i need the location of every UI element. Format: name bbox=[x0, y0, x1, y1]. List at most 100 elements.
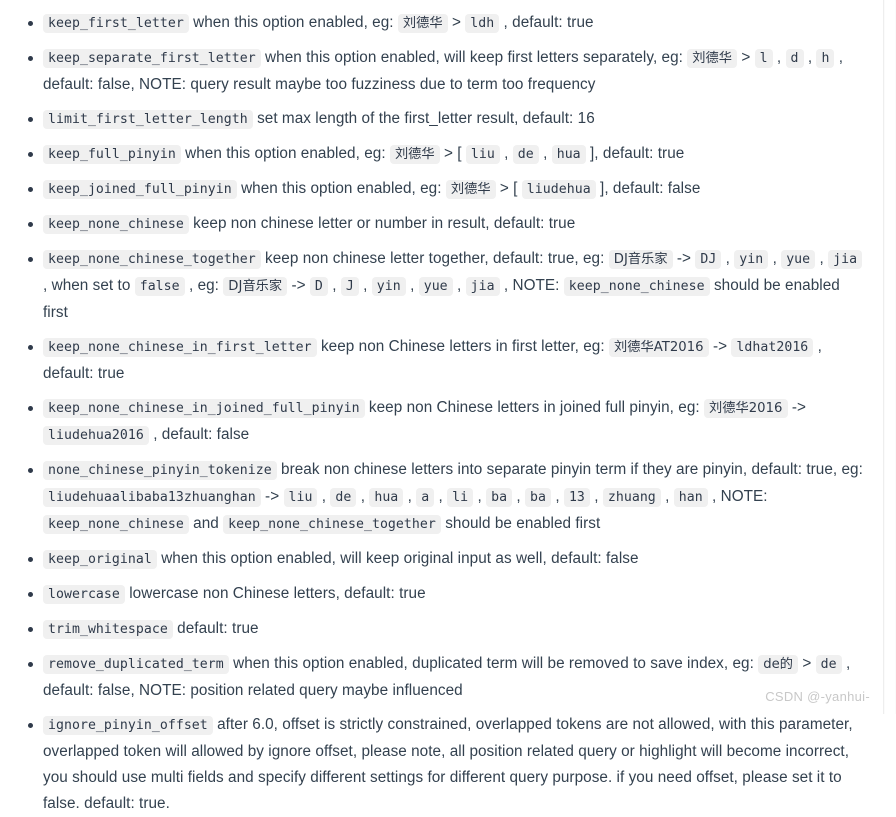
inline-code: zhuang bbox=[602, 488, 661, 507]
inline-code: liu bbox=[283, 488, 318, 507]
option-text: , bbox=[477, 488, 482, 505]
option-item: keep_none_chinese keep non chinese lette… bbox=[18, 211, 866, 238]
option-text: > bbox=[451, 14, 461, 31]
inline-code: a bbox=[416, 488, 435, 507]
option-text: -> bbox=[265, 488, 280, 505]
inline-code: liu bbox=[465, 145, 500, 164]
inline-code: keep_none_chinese bbox=[43, 515, 189, 534]
inline-code: ldhat2016 bbox=[731, 338, 814, 357]
option-name: keep_none_chinese_together bbox=[43, 250, 261, 269]
inline-code: DJ bbox=[695, 250, 722, 269]
option-text: when this option enabled, eg: bbox=[241, 180, 442, 197]
option-text: , bbox=[456, 277, 462, 294]
option-text: , bbox=[410, 277, 415, 294]
inline-code: yin bbox=[734, 250, 769, 269]
inline-code: de bbox=[512, 145, 539, 164]
option-name: keep_none_chinese_in_first_letter bbox=[43, 338, 317, 357]
option-name: lowercase bbox=[43, 585, 125, 604]
inline-code: jia bbox=[828, 250, 863, 269]
option-name: remove_duplicated_term bbox=[43, 655, 229, 674]
inline-code: yue bbox=[418, 277, 453, 296]
option-text: , NOTE: bbox=[503, 277, 560, 294]
inline-code: 刘德华2016 bbox=[704, 399, 788, 418]
inline-code: J bbox=[340, 277, 359, 296]
inline-code: yin bbox=[371, 277, 406, 296]
inline-code: keep_none_chinese bbox=[563, 277, 710, 296]
option-name: keep_none_chinese_in_joined_full_pinyin bbox=[43, 399, 365, 418]
option-text: , bbox=[819, 250, 824, 267]
option-name: keep_first_letter bbox=[43, 14, 189, 33]
option-item: keep_original when this option enabled, … bbox=[18, 546, 866, 573]
option-text: when this option enabled, eg: bbox=[185, 145, 386, 162]
option-name: keep_original bbox=[43, 550, 157, 569]
option-text: , bbox=[725, 250, 730, 267]
option-text: -> bbox=[291, 277, 306, 294]
option-text: , bbox=[543, 145, 548, 162]
watermark: CSDN @-yanhui- bbox=[765, 689, 870, 704]
inline-code: h bbox=[816, 49, 835, 68]
option-text: default: true bbox=[177, 620, 259, 637]
option-text: , bbox=[594, 488, 599, 505]
option-text: , when set to bbox=[43, 277, 131, 294]
scrollbar-thumb[interactable] bbox=[885, 0, 895, 714]
inline-code: keep_none_chinese_together bbox=[223, 515, 441, 534]
option-text: should be enabled first bbox=[445, 515, 601, 532]
option-item: keep_separate_first_letter when this opt… bbox=[18, 45, 866, 98]
option-text: > bbox=[802, 655, 812, 672]
option-text: break non chinese letters into separate … bbox=[281, 461, 863, 478]
inline-code: DJ音乐家 bbox=[223, 277, 288, 296]
inline-code: de bbox=[815, 655, 842, 674]
option-text: ], default: true bbox=[589, 145, 685, 162]
inline-code: han bbox=[673, 488, 708, 507]
inline-code: hua bbox=[369, 488, 404, 507]
option-item: keep_first_letter when this option enabl… bbox=[18, 10, 866, 37]
option-text: , default: true bbox=[503, 14, 594, 31]
inline-code: l bbox=[754, 49, 773, 68]
option-text: , bbox=[407, 488, 412, 505]
option-text: , bbox=[776, 49, 782, 66]
vertical-scrollbar[interactable] bbox=[883, 0, 896, 714]
option-text: , bbox=[665, 488, 670, 505]
inline-code: liudehua2016 bbox=[43, 426, 149, 445]
option-text: , default: false bbox=[153, 426, 250, 443]
option-text: > bbox=[741, 49, 751, 66]
option-name: keep_full_pinyin bbox=[43, 145, 181, 164]
inline-code: 刘德华 bbox=[389, 145, 440, 164]
inline-code: liudehua bbox=[521, 180, 596, 199]
option-text: , bbox=[504, 145, 509, 162]
option-name: ignore_pinyin_offset bbox=[43, 716, 213, 735]
option-name: keep_joined_full_pinyin bbox=[43, 180, 237, 199]
option-text: > [ bbox=[443, 145, 462, 162]
option-name: keep_separate_first_letter bbox=[43, 49, 261, 68]
option-item: keep_none_chinese_in_first_letter keep n… bbox=[18, 334, 866, 387]
inline-code: false bbox=[134, 277, 185, 296]
option-name: limit_first_letter_length bbox=[43, 110, 253, 129]
option-item: lowercase lowercase non Chinese letters,… bbox=[18, 581, 866, 608]
inline-code: hua bbox=[551, 145, 586, 164]
options-document: keep_first_letter when this option enabl… bbox=[0, 0, 884, 812]
option-text: , bbox=[363, 277, 368, 294]
inline-code: 刘德华 bbox=[445, 180, 496, 199]
option-item: keep_full_pinyin when this option enable… bbox=[18, 141, 866, 168]
option-text: , bbox=[332, 277, 337, 294]
option-text: ], default: false bbox=[600, 180, 701, 197]
inline-code: 13 bbox=[563, 488, 590, 507]
inline-code: ba bbox=[525, 488, 551, 507]
option-text: keep non Chinese letters in first letter… bbox=[320, 338, 605, 355]
option-text: when this option enabled, will keep firs… bbox=[265, 49, 683, 66]
option-text: , bbox=[516, 488, 521, 505]
option-text: when this option enabled, eg: bbox=[193, 14, 394, 31]
option-item: trim_whitespace default: true bbox=[18, 616, 866, 643]
inline-code: li bbox=[447, 488, 474, 507]
option-text: lowercase non Chinese letters, default: … bbox=[129, 585, 426, 602]
inline-code: 刘德华 bbox=[687, 49, 737, 68]
option-text: > [ bbox=[499, 180, 518, 197]
option-text: keep non chinese letter together, defaul… bbox=[265, 250, 605, 267]
option-name: none_chinese_pinyin_tokenize bbox=[43, 461, 277, 480]
option-item: none_chinese_pinyin_tokenize break non c… bbox=[18, 457, 866, 538]
option-item: keep_joined_full_pinyin when this option… bbox=[18, 176, 866, 203]
inline-code: liudehuaalibaba13zhuanghan bbox=[43, 488, 261, 507]
option-text: keep non Chinese letters in joined full … bbox=[368, 399, 700, 416]
inline-code: 刘德华AT2016 bbox=[608, 338, 709, 357]
option-text: -> bbox=[791, 399, 806, 416]
